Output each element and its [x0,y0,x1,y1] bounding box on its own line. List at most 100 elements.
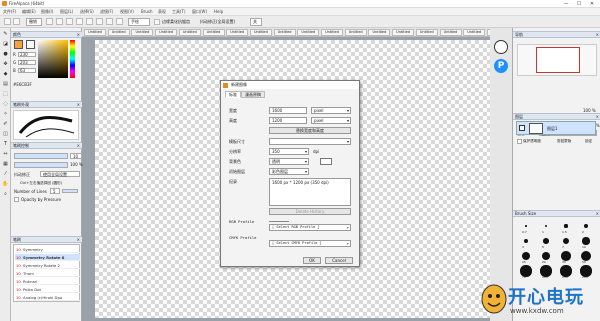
brush-size-cell[interactable]: 5 [536,235,556,250]
height-input[interactable]: 1200 [269,117,307,124]
width-input[interactable]: 1600 [269,107,307,114]
eye-icon[interactable] [519,125,525,131]
r-field[interactable]: R 230 [13,52,37,58]
menu-window[interactable]: 窗口(W) [192,9,207,15]
list-item[interactable]: 10 Analog (c)Hiroki Dpa [15,294,80,301]
hand-tool-icon[interactable]: ✋ [2,181,9,187]
brush-size-slider[interactable] [14,153,68,159]
list-item[interactable]: 10 Polka Dot [15,286,80,293]
brush-tool-icon[interactable]: ✎ [2,31,9,37]
brush-size-cell[interactable]: 1 [536,220,556,235]
layer-row[interactable]: 图层1 [516,121,596,135]
color-picker-square[interactable] [38,40,68,78]
menu-filter[interactable]: 滤镜(F) [100,9,113,15]
close-icon[interactable]: × [596,32,599,38]
p-logo-icon[interactable]: P [494,59,508,73]
document-tab[interactable]: Untitled [155,29,178,36]
tab-standard[interactable]: 标准 [225,91,241,98]
document-tab[interactable]: Untitled [249,29,272,36]
tool-e-icon[interactable] [96,18,103,25]
document-tab[interactable]: Untitled [344,29,367,36]
document-tab[interactable]: Untitled [202,29,225,36]
document-tab[interactable]: Untitled [463,29,486,36]
brush-size-value[interactable]: 10 [70,153,82,159]
brush-size-cell[interactable]: 200 [576,265,596,280]
cmyk-profile-select[interactable]: [ Select CMYK Profile ] [269,240,351,247]
note-box[interactable]: 1600 px * 1200 px (350 dpi) [269,178,351,206]
tool-d-icon[interactable] [86,18,93,25]
document-tab[interactable]: Untitled [368,29,391,36]
tab-comic[interactable]: 漫画原稿 [241,91,265,98]
width-unit-select[interactable]: pixel [311,107,351,114]
brush-size-cell[interactable]: 3 [516,235,536,250]
swap-dimensions-button[interactable]: 替换宽度和高度 [269,127,351,134]
document-tab[interactable]: Untitled [415,29,438,36]
delete-history-button[interactable]: Delete History [269,208,351,215]
brush-size-cell[interactable]: 30 [556,250,576,265]
document-tab[interactable]: Untitled [131,29,154,36]
dot-tool-icon[interactable]: ● [2,51,9,57]
text-tool-icon[interactable]: T [2,141,9,147]
tool-f-icon[interactable] [106,18,113,25]
select-pen-icon[interactable]: ✐ [2,121,9,127]
g-field[interactable]: G 203 [13,60,37,66]
document-tab[interactable]: Untitled [178,29,201,36]
brush-size-cell[interactable]: 7 [556,235,576,250]
cancel-button[interactable]: Cancel [325,257,353,264]
secondary-color-swatch[interactable] [26,40,35,49]
select-eraser-icon[interactable]: ◫ [2,131,9,137]
gradient-tool-icon[interactable]: ▤ [2,81,9,87]
brush-size-cell[interactable]: 10 [576,235,596,250]
brush-size-cell[interactable]: 2 [576,220,596,235]
hue-slider[interactable] [70,40,75,78]
primary-color-swatch[interactable] [14,40,23,49]
brush-size-cell[interactable]: 100 [536,265,556,280]
tool-c-icon[interactable] [76,18,83,25]
brush-size-cell[interactable]: 70 [516,265,536,280]
list-item[interactable]: 10 Ruknari [15,278,80,285]
list-item[interactable]: 10 Symmetry [15,246,80,253]
preset-select[interactable] [269,138,351,145]
mascot-icon[interactable] [494,40,508,54]
brush-opacity-slider[interactable] [14,162,68,168]
brush-size-cell[interactable]: 150 [556,265,576,280]
close-icon[interactable]: × [77,237,80,243]
stabilizer-select[interactable]: 使用全局设置 [40,171,80,177]
menu-layer[interactable]: 图层(L) [60,9,73,15]
magic-wand-icon[interactable]: ✧ [2,111,9,117]
tool-g-icon[interactable] [116,18,123,25]
menu-file[interactable]: 文件(F) [3,9,16,15]
divide-tool-icon[interactable]: ▦ [2,161,9,167]
brush-size-cell[interactable]: 50 [576,250,596,265]
move-tool-icon[interactable]: ✥ [2,61,9,67]
rgb-profile-select[interactable]: [ Select RGB Profile ] [269,224,351,231]
redo-icon[interactable] [46,18,53,25]
document-tab[interactable]: Untitled [226,29,249,36]
document-tab[interactable]: Untitled [439,29,462,36]
close-icon[interactable]: × [77,102,80,108]
lasso-tool-icon[interactable]: ◌ [2,101,9,107]
close-button[interactable]: ✕ [586,0,598,8]
close-icon[interactable]: × [596,211,599,217]
document-tab[interactable]: Untitled [297,29,320,36]
tool-b-icon[interactable] [66,18,73,25]
lines-value[interactable]: 5 [50,188,60,194]
height-unit-select[interactable]: pixel [311,117,351,124]
stabilizer-select[interactable]: 关 [250,18,262,26]
protect-alpha-checkbox[interactable] [517,139,522,144]
background-color-swatch[interactable] [320,158,332,165]
menu-tools[interactable]: 工具(T) [172,9,186,15]
document-tab[interactable]: Untitled [84,29,106,36]
select-tool-icon[interactable]: ⬚ [2,91,9,97]
brush-size-cell[interactable]: 1.5 [556,220,576,235]
zoom-tool-icon[interactable]: ⌕ [2,191,9,197]
maximize-button[interactable]: ☐ [573,0,585,8]
menu-edit[interactable]: 编辑(E) [22,9,36,15]
background-select[interactable]: 透明 [269,158,309,165]
menu-image[interactable]: 图像(I) [41,9,53,15]
list-item[interactable]: 10 Thorn [15,270,80,277]
lines-slider[interactable] [62,189,78,193]
brush-size-cell[interactable]: 15 [516,250,536,265]
operation-tool-icon[interactable]: ↔ [2,151,9,157]
fill-tool-icon[interactable]: ◆ [2,71,9,77]
